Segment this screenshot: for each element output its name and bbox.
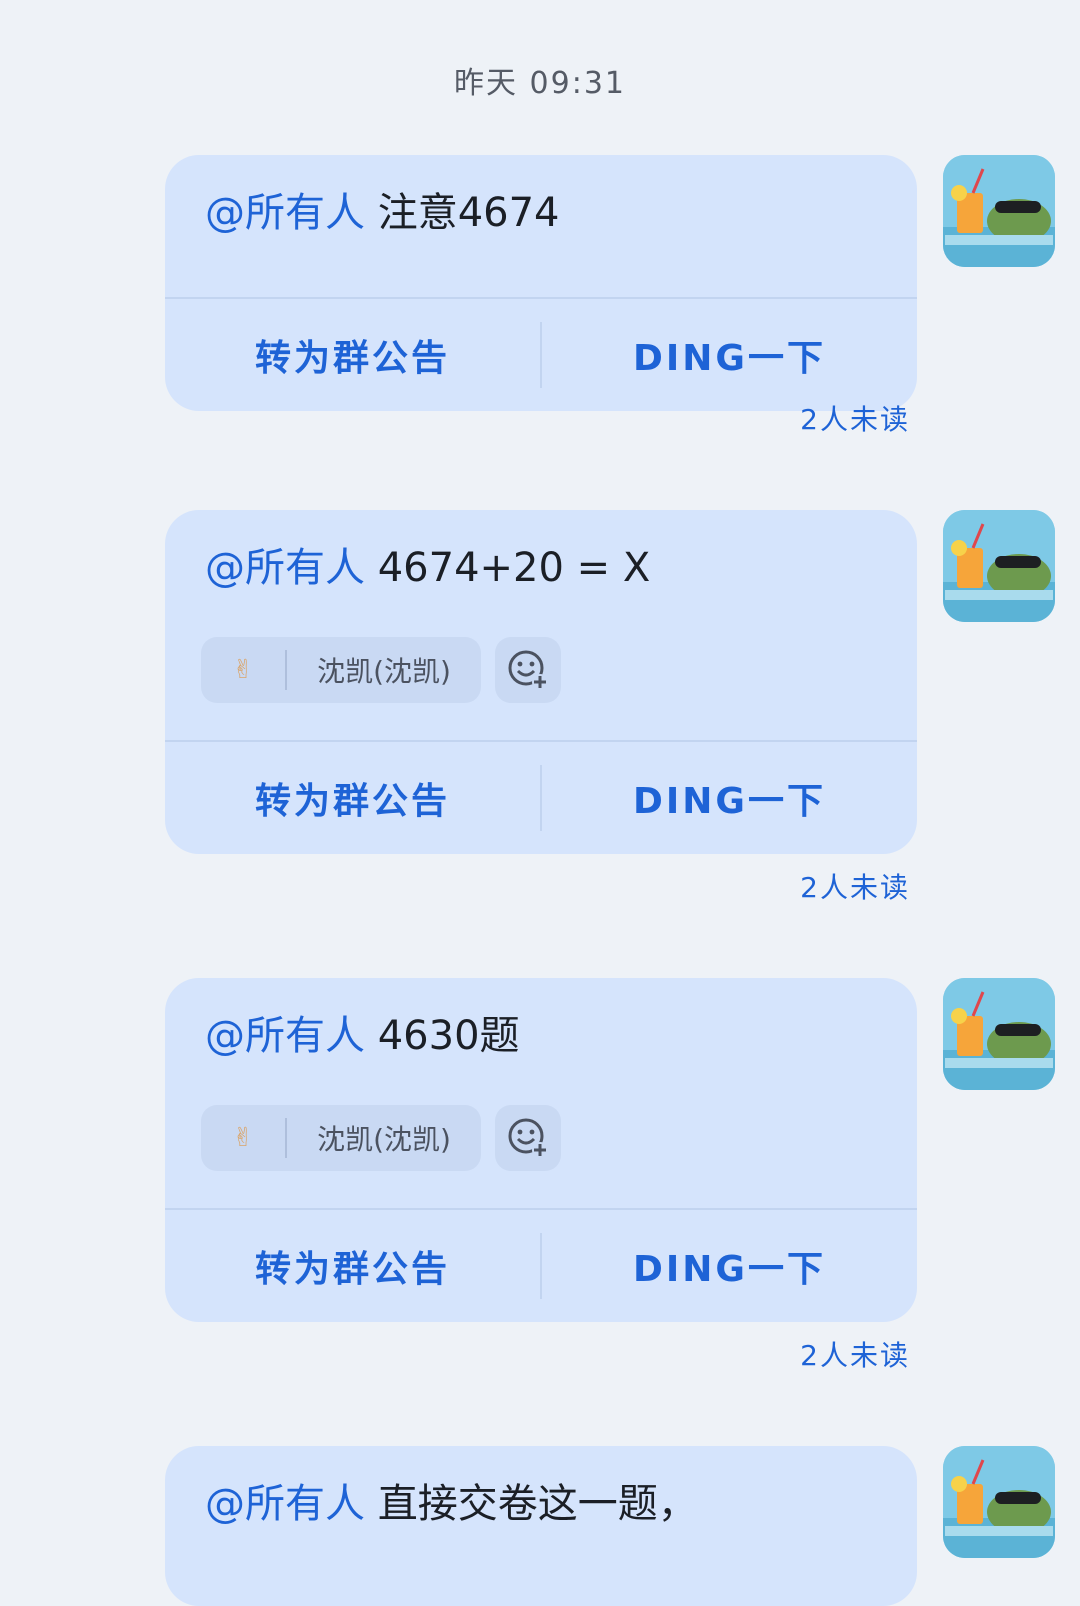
message-actions: 转为群公告 DING一下 xyxy=(165,299,917,411)
reaction-row: ✌ 沈凯(沈凯) xyxy=(165,620,917,720)
mention-all[interactable]: @所有人 xyxy=(205,1481,365,1527)
add-reaction-button[interactable] xyxy=(495,1105,561,1171)
message-text: @所有人 4630题 xyxy=(165,978,917,1088)
message-actions: 转为群公告 DING一下 xyxy=(165,742,917,854)
message-bubble[interactable]: @所有人 4674+20 = X ✌ 沈凯(沈凯) 转为群公告 DING一下 xyxy=(165,510,917,854)
unread-count[interactable]: 2人未读 xyxy=(800,398,910,438)
mention-all[interactable]: @所有人 xyxy=(205,190,365,236)
ding-button[interactable]: DING一下 xyxy=(542,772,917,824)
announce-button[interactable]: 转为群公告 xyxy=(165,1240,540,1292)
avatar[interactable] xyxy=(943,510,1055,622)
ding-button[interactable]: DING一下 xyxy=(542,1240,917,1292)
announce-button[interactable]: 转为群公告 xyxy=(165,329,540,381)
message-bubble[interactable]: @所有人 直接交卷这一题， xyxy=(165,1446,917,1606)
avatar[interactable] xyxy=(943,1446,1055,1558)
message-content: 4674+20 = X xyxy=(365,545,651,591)
ok-hand-icon: ✌ xyxy=(232,655,254,685)
mention-all[interactable]: @所有人 xyxy=(205,1013,365,1059)
crocodile-avatar-icon xyxy=(943,510,1055,622)
reaction-chip[interactable]: ✌ 沈凯(沈凯) xyxy=(201,637,481,703)
message-actions: 转为群公告 DING一下 xyxy=(165,1210,917,1322)
add-emoji-icon xyxy=(508,1118,548,1158)
crocodile-avatar-icon xyxy=(943,1446,1055,1558)
avatar[interactable] xyxy=(943,155,1055,267)
crocodile-avatar-icon xyxy=(943,155,1055,267)
message-content: 直接交卷这一题， xyxy=(365,1481,698,1527)
message-bubble[interactable]: @所有人 4630题 ✌ 沈凯(沈凯) 转为群公告 DING一下 xyxy=(165,978,917,1322)
ding-button[interactable]: DING一下 xyxy=(542,329,917,381)
message-text: @所有人 注意4674 xyxy=(165,155,917,265)
add-reaction-button[interactable] xyxy=(495,637,561,703)
message-bubble[interactable]: @所有人 注意4674 转为群公告 DING一下 xyxy=(165,155,917,411)
announce-button[interactable]: 转为群公告 xyxy=(165,772,540,824)
avatar[interactable] xyxy=(943,978,1055,1090)
reaction-row: ✌ 沈凯(沈凯) xyxy=(165,1088,917,1188)
mention-all[interactable]: @所有人 xyxy=(205,545,365,591)
chat-timestamp: 昨天 09:31 xyxy=(454,66,626,101)
reaction-user: 沈凯(沈凯) xyxy=(317,655,451,688)
crocodile-avatar-icon xyxy=(943,978,1055,1090)
message-content: 4630题 xyxy=(365,1013,520,1059)
message-content: 注意4674 xyxy=(365,190,560,236)
unread-count[interactable]: 2人未读 xyxy=(800,866,910,906)
unread-count[interactable]: 2人未读 xyxy=(800,1334,910,1374)
reaction-chip[interactable]: ✌ 沈凯(沈凯) xyxy=(201,1105,481,1171)
ok-hand-icon: ✌ xyxy=(232,1123,254,1153)
message-text: @所有人 4674+20 = X xyxy=(165,510,917,620)
message-text: @所有人 直接交卷这一题， xyxy=(165,1446,917,1556)
reaction-user: 沈凯(沈凯) xyxy=(317,1123,451,1156)
add-emoji-icon xyxy=(508,650,548,690)
